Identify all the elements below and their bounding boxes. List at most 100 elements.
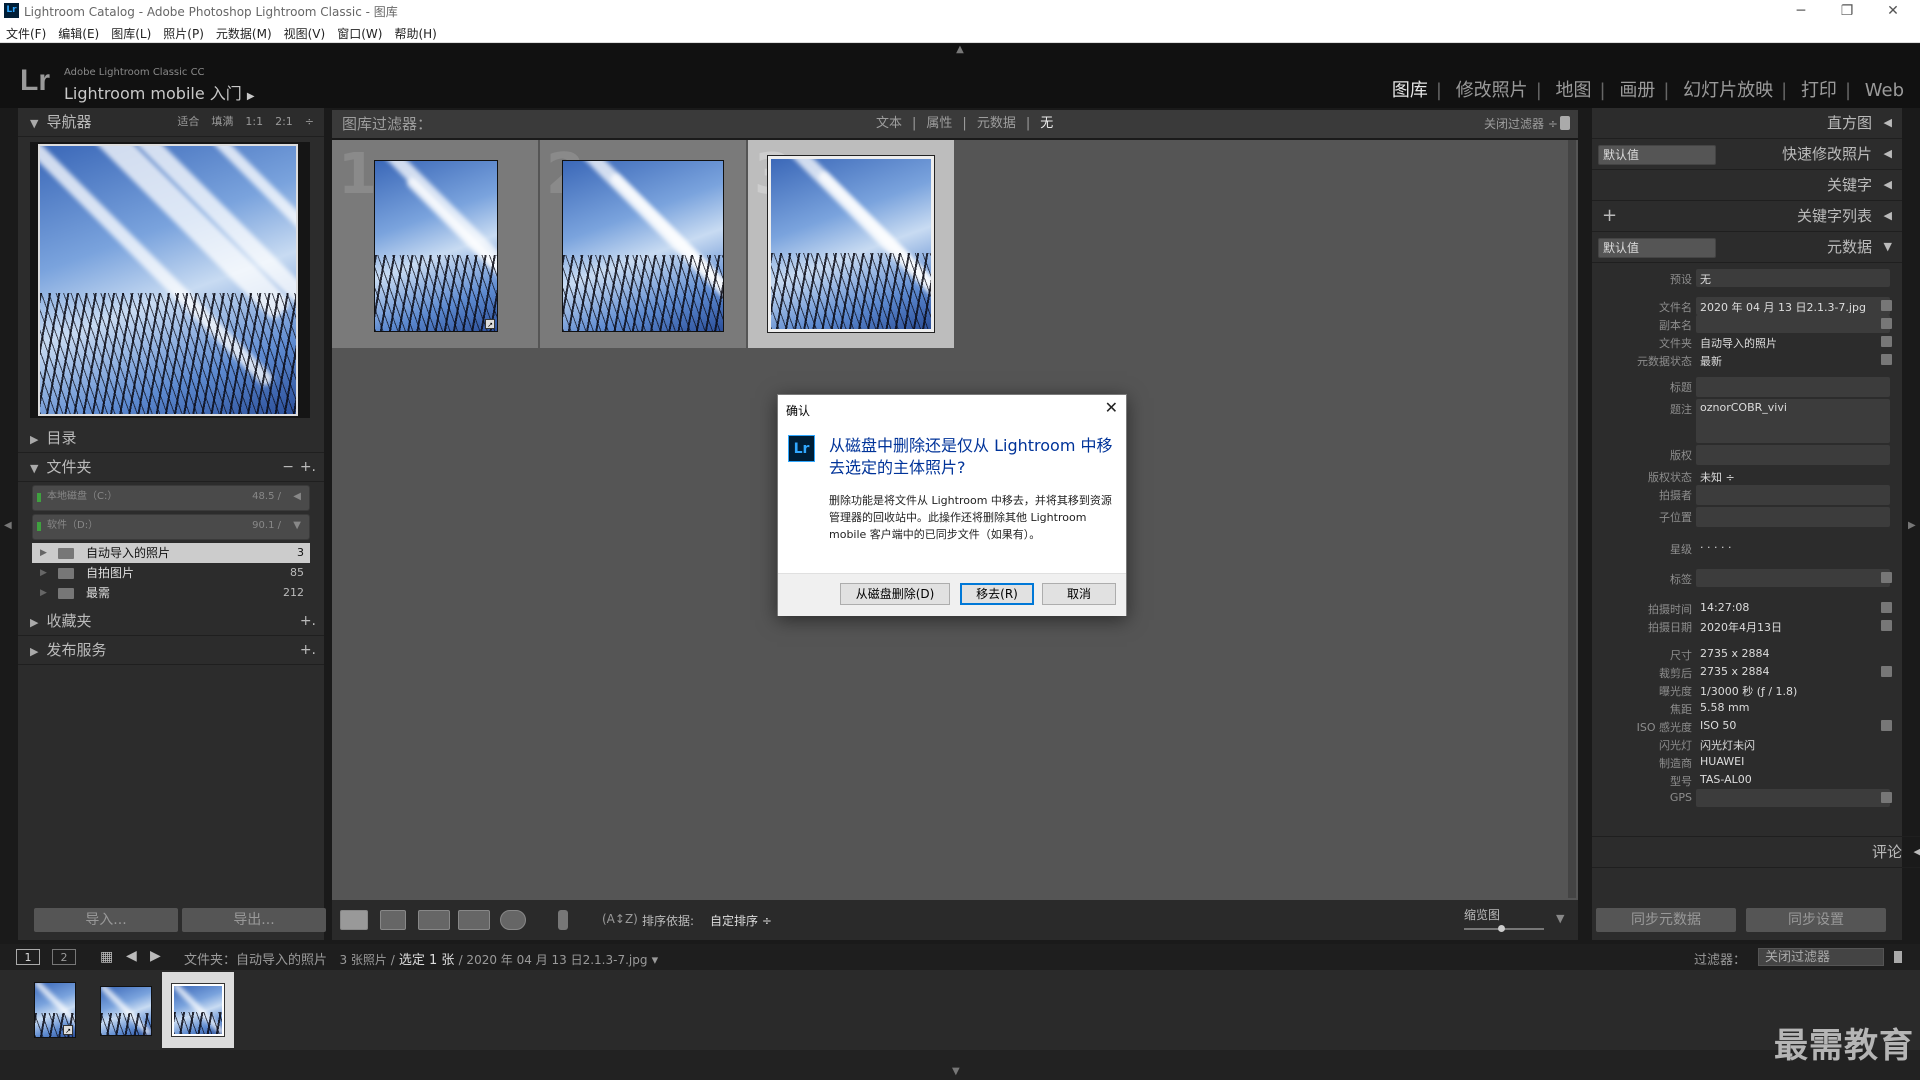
navigator-header[interactable]: ▼ 导航器 适合 填满 1:1 2:1 ÷ bbox=[18, 108, 324, 137]
filmstrip-thumbnail[interactable] bbox=[100, 986, 152, 1036]
people-view-icon[interactable] bbox=[500, 910, 526, 930]
module-library[interactable]: 图库 bbox=[1384, 80, 1436, 101]
main-screen-button[interactable]: 1 bbox=[16, 949, 40, 965]
spray-can-icon[interactable] bbox=[558, 910, 568, 930]
right-panel-toggle-icon[interactable]: ▶ bbox=[1908, 520, 1916, 531]
metadata-action-icon[interactable] bbox=[1881, 572, 1892, 583]
toolbar-menu-icon[interactable]: ▼ bbox=[1556, 912, 1564, 925]
filter-none[interactable]: 无 bbox=[1040, 116, 1053, 131]
close-window-button[interactable]: ✕ bbox=[1870, 0, 1916, 22]
collapse-bottom-icon[interactable]: ▼ bbox=[952, 1066, 960, 1077]
comments-header[interactable]: 评论 ◀ bbox=[1592, 836, 1920, 868]
second-screen-button[interactable]: 2 bbox=[52, 949, 76, 965]
slider-thumb[interactable] bbox=[1498, 925, 1505, 932]
filmstrip-cell[interactable]: ↗ bbox=[18, 972, 90, 1048]
copyright-status-select[interactable]: 未知 ÷ bbox=[1700, 469, 1735, 485]
zoom-fill[interactable]: 填满 bbox=[211, 115, 233, 128]
filmstrip-cell[interactable] bbox=[90, 972, 162, 1048]
module-print[interactable]: 打印 bbox=[1793, 80, 1845, 101]
quick-develop-header[interactable]: 默认值 快速修改照片 ◀ bbox=[1592, 139, 1902, 170]
grid-cell[interactable]: 1 ↗ bbox=[332, 140, 538, 348]
sync-settings-button[interactable]: 同步设置 bbox=[1746, 908, 1886, 932]
catalog-header[interactable]: ▶ 目录 bbox=[18, 424, 324, 453]
publish-services-header[interactable]: ▶ 发布服务 +. bbox=[18, 636, 324, 665]
menu-edit[interactable]: 编辑(E) bbox=[52, 22, 105, 45]
zoom-menu-icon[interactable]: ÷ bbox=[305, 115, 314, 128]
volume-d[interactable]: 软件（D:） 90.1 / ▼ bbox=[32, 514, 310, 540]
back-arrow-icon[interactable]: ◀ bbox=[126, 948, 137, 964]
filter-lock-icon[interactable] bbox=[1894, 951, 1902, 963]
folder-item[interactable]: ▶ 最需 212 bbox=[32, 583, 310, 603]
survey-view-icon[interactable] bbox=[458, 910, 490, 930]
add-folder-icon[interactable]: +. bbox=[300, 453, 316, 481]
module-develop[interactable]: 修改照片 bbox=[1448, 80, 1536, 101]
metadata-field[interactable] bbox=[1696, 789, 1890, 807]
metadata-field[interactable] bbox=[1696, 485, 1890, 505]
metadata-action-icon[interactable] bbox=[1881, 620, 1892, 631]
sort-direction-icon[interactable]: (A↕Z) bbox=[602, 912, 638, 926]
navigator-preview[interactable] bbox=[30, 142, 310, 418]
filter-metadata[interactable]: 元数据 bbox=[977, 116, 1016, 131]
grid-cell-selected[interactable]: 3 bbox=[748, 140, 954, 348]
add-publish-icon[interactable]: +. bbox=[300, 636, 316, 664]
photo-thumbnail[interactable]: ↗ bbox=[374, 160, 498, 332]
grid-view-icon[interactable] bbox=[340, 910, 368, 930]
menu-photo[interactable]: 照片(P) bbox=[157, 22, 210, 45]
filter-attribute[interactable]: 属性 bbox=[926, 116, 952, 131]
sort-select[interactable]: 自定排序 ÷ bbox=[710, 912, 772, 929]
menu-view[interactable]: 视图(V) bbox=[278, 22, 332, 45]
volume-c[interactable]: 本地磁盘（C:） 48.5 / ◀ bbox=[32, 485, 310, 511]
filter-text[interactable]: 文本 bbox=[876, 116, 902, 131]
filmstrip-cell-selected[interactable] bbox=[162, 972, 234, 1048]
metadata-field[interactable] bbox=[1696, 377, 1890, 397]
module-map[interactable]: 地图 bbox=[1548, 80, 1600, 101]
menu-library[interactable]: 图库(L) bbox=[105, 22, 157, 45]
filmstrip-source[interactable]: 文件夹：自动导入的照片 3 张照片 / 选定 1 张 / 2020 年 04 月… bbox=[184, 949, 658, 968]
dialog-close-icon[interactable]: ✕ bbox=[1105, 398, 1118, 417]
minimize-button[interactable]: ─ bbox=[1778, 0, 1824, 22]
filmstrip-filter-select[interactable]: 关闭过滤器 bbox=[1758, 948, 1884, 966]
compare-view-icon[interactable] bbox=[418, 910, 450, 930]
histogram-header[interactable]: 直方图 ◀ bbox=[1592, 108, 1902, 139]
menu-help[interactable]: 帮助(H) bbox=[388, 22, 442, 45]
metadata-action-icon[interactable] bbox=[1881, 300, 1892, 311]
remove-button[interactable]: 移去(R) bbox=[960, 583, 1034, 605]
filter-preset-select[interactable]: 关闭过滤器 ÷ bbox=[1484, 110, 1558, 138]
metadata-action-icon[interactable] bbox=[1881, 336, 1892, 347]
loupe-view-icon[interactable] bbox=[380, 910, 406, 930]
collapse-top-icon[interactable]: ▲ bbox=[952, 44, 968, 55]
zoom-fit[interactable]: 适合 bbox=[177, 115, 199, 128]
keyword-list-header[interactable]: + 关键字列表 ◀ bbox=[1592, 201, 1902, 232]
metadata-field[interactable] bbox=[1696, 269, 1890, 287]
module-book[interactable]: 画册 bbox=[1611, 80, 1663, 101]
filmstrip-thumbnail[interactable]: ↗ bbox=[34, 982, 76, 1038]
menu-window[interactable]: 窗口(W) bbox=[331, 22, 388, 45]
add-keyword-icon[interactable]: + bbox=[1602, 201, 1617, 231]
metadata-action-icon[interactable] bbox=[1881, 792, 1892, 803]
grid-scrollbar[interactable] bbox=[1568, 140, 1576, 898]
import-button[interactable]: 导入... bbox=[34, 908, 178, 932]
metadata-action-icon[interactable] bbox=[1881, 354, 1892, 365]
lock-icon[interactable] bbox=[1560, 116, 1570, 130]
module-slideshow[interactable]: 幻灯片放映 bbox=[1675, 80, 1781, 101]
left-panel-toggle-icon[interactable]: ◀ bbox=[4, 520, 12, 531]
export-button[interactable]: 导出... bbox=[182, 908, 326, 932]
module-web[interactable]: Web bbox=[1857, 80, 1912, 101]
metadata-action-icon[interactable] bbox=[1881, 602, 1892, 613]
quick-develop-preset-select[interactable]: 默认值 bbox=[1598, 145, 1716, 165]
metadata-header[interactable]: 默认值 元数据 ▼ bbox=[1592, 232, 1902, 263]
folders-header[interactable]: ▼ 文件夹 − +. bbox=[18, 453, 324, 482]
add-collection-icon[interactable]: +. bbox=[300, 607, 316, 635]
zoom-1-1[interactable]: 1:1 bbox=[245, 115, 263, 128]
photo-thumbnail[interactable] bbox=[562, 160, 724, 332]
thumbnail-size-slider[interactable] bbox=[1464, 925, 1544, 932]
photo-thumbnail[interactable] bbox=[767, 155, 935, 333]
zoom-2-1[interactable]: 2:1 bbox=[275, 115, 293, 128]
folder-item[interactable]: ▶ 自拍图片 85 bbox=[32, 563, 310, 583]
metadata-field[interactable] bbox=[1696, 445, 1890, 465]
grid-cell[interactable]: 2 bbox=[540, 140, 746, 348]
folder-item[interactable]: ▶ 自动导入的照片 3 bbox=[32, 543, 310, 563]
metadata-action-icon[interactable] bbox=[1881, 318, 1892, 329]
metadata-preset-select[interactable]: 默认值 bbox=[1598, 238, 1716, 258]
menu-metadata[interactable]: 元数据(M) bbox=[210, 22, 278, 45]
